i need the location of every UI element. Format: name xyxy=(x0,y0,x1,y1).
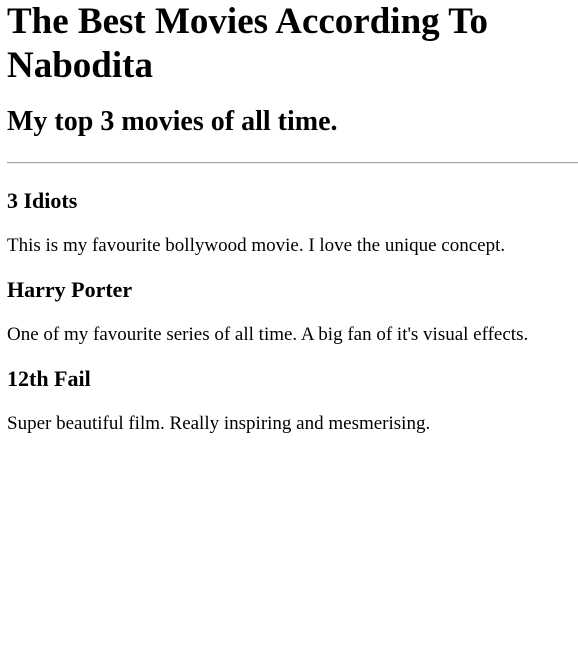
page-title: The Best Movies According To Nabodita xyxy=(7,1,489,86)
movie-section: 12th Fail Super beautiful film. Really i… xyxy=(7,366,578,435)
page-subtitle: My top 3 movies of all time. xyxy=(7,106,338,137)
movie-title: 3 Idiots xyxy=(7,188,78,213)
movie-section: Harry Porter One of my favourite series … xyxy=(7,277,578,346)
movie-description: Super beautiful film. Really inspiring a… xyxy=(7,413,431,434)
movie-description: This is my favourite bollywood movie. I … xyxy=(7,235,506,256)
movie-section: 3 Idiots This is my favourite bollywood … xyxy=(7,188,578,257)
page-content: The Best Movies According To Nabodita My… xyxy=(7,0,578,435)
movie-title: 12th Fail xyxy=(7,366,91,391)
movie-title: Harry Porter xyxy=(7,277,133,302)
divider xyxy=(7,162,578,164)
movie-description: One of my favourite series of all time. … xyxy=(7,324,529,345)
